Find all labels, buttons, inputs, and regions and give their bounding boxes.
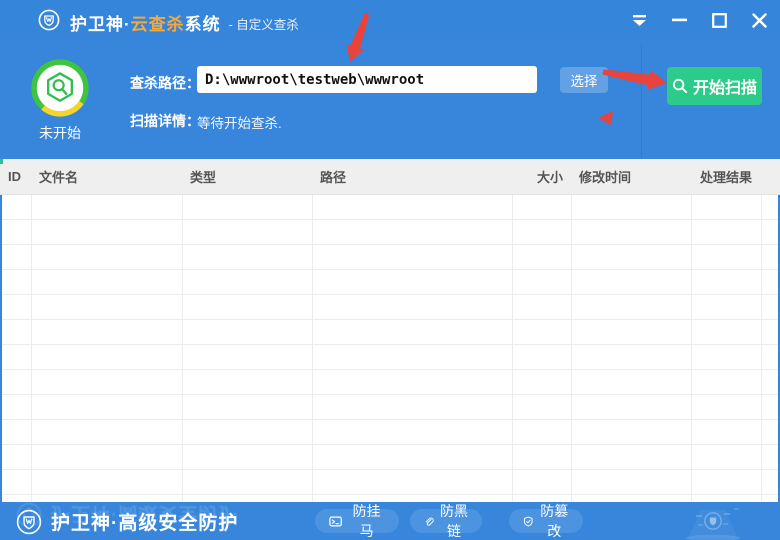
anti-tamper-label: 防篡改: [540, 502, 569, 540]
column-header-size[interactable]: 大小: [512, 167, 571, 186]
column-header-filename[interactable]: 文件名: [31, 167, 182, 186]
column-header-path[interactable]: 路径: [312, 167, 512, 186]
path-label: 查杀路径：: [130, 73, 200, 93]
app-title-suffix: 系统: [185, 15, 221, 34]
results-table-body: [0, 195, 780, 502]
anti-blacklink-label: 防黑链: [440, 502, 468, 540]
scan-status-label: 未开始: [27, 123, 93, 143]
results-table-header: ID 文件名 类型 路径 大小 修改时间 处理结果: [0, 159, 780, 195]
close-icon: [752, 13, 767, 28]
grid-line: [182, 195, 183, 502]
window-controls: [630, 0, 768, 40]
app-title-subtitle: - 自定义查杀: [229, 18, 299, 32]
minimize-button[interactable]: [670, 11, 688, 29]
app-title-highlight: 云查杀: [131, 15, 185, 34]
footer-shield-logo-ghost-icon: [16, 503, 42, 529]
header-corner-accent: [0, 159, 3, 164]
column-header-id[interactable]: ID: [0, 169, 31, 184]
footer-reflection: 护卫神·高级安全防护: [16, 502, 238, 529]
terminal-icon: [329, 514, 342, 529]
start-scan-button[interactable]: 开始扫描: [667, 67, 762, 105]
column-header-modified[interactable]: 修改时间: [571, 167, 691, 186]
start-scan-label: 开始扫描: [693, 74, 757, 98]
app-title: 护卫神·云查杀系统 - 自定义查杀: [70, 10, 299, 35]
skin-dropdown-icon: [632, 14, 647, 27]
grid-line: [31, 195, 32, 502]
maximize-icon: [712, 13, 727, 28]
grid-line: [312, 195, 313, 502]
choose-path-button[interactable]: 选择: [560, 67, 608, 93]
skin-menu-button[interactable]: [630, 11, 648, 29]
scan-detail-text: 等待开始查杀.: [197, 112, 282, 132]
maximize-button[interactable]: [710, 11, 728, 29]
footer-bar: 护卫神·高级安全防护 防挂马 防黑链 防篡改: [0, 502, 780, 540]
anti-blacklink-button[interactable]: 防黑链: [410, 509, 482, 533]
scan-detail-label: 扫描详情：: [130, 111, 200, 131]
title-bar: 护卫神·云查杀系统 - 自定义查杀: [0, 0, 780, 40]
close-button[interactable]: [750, 11, 768, 29]
scan-toolbar: 未开始 查杀路径： 选择 开始扫描 扫描详情： 等待开始查杀.: [0, 40, 780, 159]
grid-line: [512, 195, 513, 502]
grid-line: [761, 195, 762, 502]
anti-trojan-button[interactable]: 防挂马: [315, 509, 399, 533]
shield-check-icon: [523, 514, 534, 529]
footer-brand-ghost-text: 护卫神·高级安全防护: [51, 502, 238, 529]
scan-path-input[interactable]: [197, 66, 537, 93]
scan-status-badge: 未开始: [27, 58, 93, 143]
link-icon: [424, 514, 434, 529]
app-window: 护卫神·云查杀系统 - 自定义查杀: [0, 0, 780, 540]
anti-tamper-button[interactable]: 防篡改: [509, 509, 583, 533]
scan-logo-icon: [30, 58, 90, 118]
column-header-type[interactable]: 类型: [182, 167, 312, 186]
column-header-result[interactable]: 处理结果: [691, 167, 761, 186]
grid-line: [691, 195, 692, 502]
hologram-shield-illustration: [668, 504, 758, 540]
app-title-brand: 护卫神·: [70, 15, 131, 34]
minimize-icon: [672, 18, 687, 22]
search-icon: [672, 78, 688, 94]
anti-trojan-label: 防挂马: [348, 502, 385, 540]
grid-line: [571, 195, 572, 502]
toolbar-divider: [641, 44, 642, 158]
app-logo-shield-icon: [38, 9, 60, 31]
